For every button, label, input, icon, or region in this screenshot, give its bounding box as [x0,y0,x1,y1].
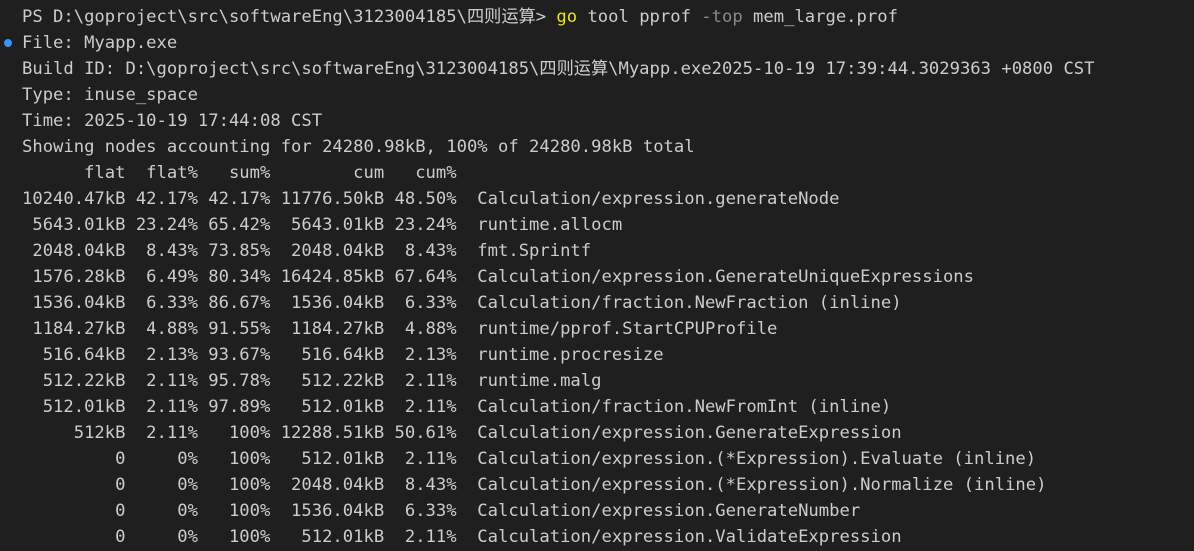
table-row: 0 0% 100% 512.01kB 2.11% Calculation/exp… [22,527,902,547]
table-row: 0 0% 100% 512.01kB 2.11% Calculation/exp… [22,449,1037,469]
command-go: go [556,7,578,27]
command-flag: -top [701,7,743,27]
prompt-text: PS D:\goproject\src\softwareEng\31230041… [22,7,557,27]
command-decoration-marker-icon[interactable] [4,39,12,47]
output-file: File: Myapp.exe [22,33,178,53]
terminal-panel[interactable]: PS D:\goproject\src\softwareEng\31230041… [0,0,1194,551]
table-row: 512.22kB 2.11% 95.78% 512.22kB 2.11% run… [22,371,602,391]
output-summary-line: Showing nodes accounting for 24280.98kB,… [22,134,1194,160]
table-row: 0 0% 100% 2048.04kB 8.43% Calculation/ex… [22,475,1047,495]
output-time-line: Time: 2025-10-19 17:44:08 CST [22,108,1194,134]
table-row: 512kB 2.11% 100% 12288.51kB 50.61% Calcu… [22,423,902,443]
table-header: flat flat% sum% cum cum% [22,163,457,183]
table-row: 1576.28kB 6.49% 80.34% 16424.85kB 67.64%… [22,267,974,287]
table-row: 0 0% 100% 1536.04kB 6.33% Calculation/ex… [22,501,861,521]
table-row: 2048.04kB 8.43% 73.85% 2048.04kB 8.43% f… [22,241,592,261]
output-build-id-line: Build ID: D:\goproject\src\softwareEng\3… [22,56,1194,82]
output-file-line: File: Myapp.exe [4,30,1194,56]
output-time: Time: 2025-10-19 17:44:08 CST [22,111,323,131]
table-row: 516.64kB 2.13% 93.67% 516.64kB 2.13% run… [22,345,664,365]
output-type-line: Type: inuse_space [22,82,1194,108]
table-row: 10240.47kB 42.17% 42.17% 11776.50kB 48.5… [22,189,840,209]
command-subcommand: tool pprof [577,7,702,27]
output-type: Type: inuse_space [22,85,198,105]
output-summary: Showing nodes accounting for 24280.98kB,… [22,137,695,157]
command-argument: mem_large.prof [742,7,898,27]
table-row: 1184.27kB 4.88% 91.55% 1184.27kB 4.88% r… [22,319,778,339]
table-row: 1536.04kB 6.33% 86.67% 1536.04kB 6.33% C… [22,293,902,313]
output-build-id: Build ID: D:\goproject\src\softwareEng\3… [22,59,1095,79]
command-line: PS D:\goproject\src\softwareEng\31230041… [22,4,1194,30]
table-row: 512.01kB 2.11% 97.89% 512.01kB 2.11% Cal… [22,397,892,417]
table-row: 5643.01kB 23.24% 65.42% 5643.01kB 23.24%… [22,215,623,235]
